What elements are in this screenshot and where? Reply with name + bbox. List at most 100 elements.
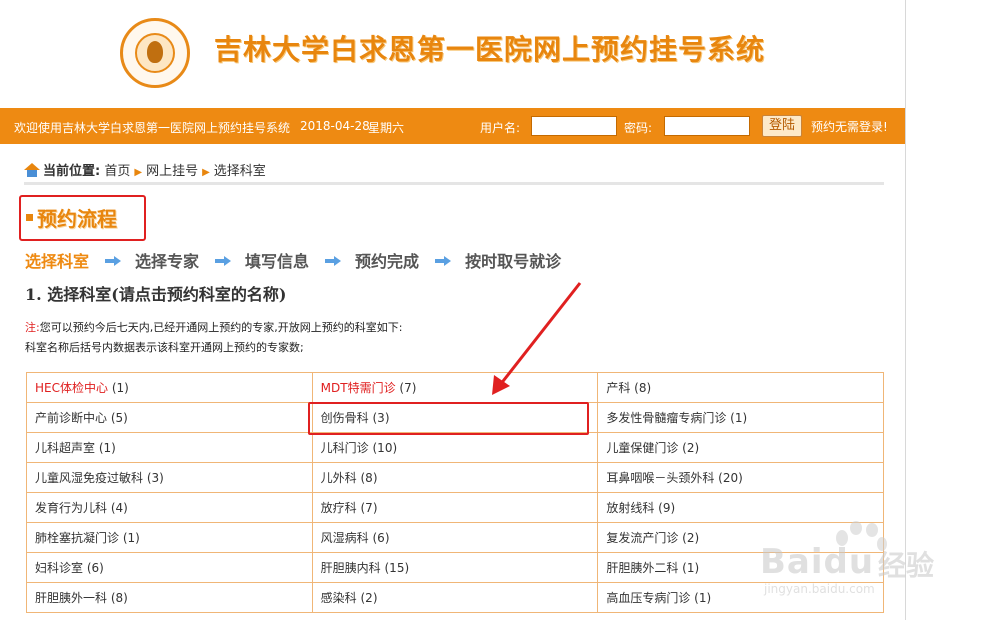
watermark-brand: Baidu bbox=[760, 542, 875, 582]
department-cell[interactable]: 妇科诊室 (6) bbox=[26, 552, 313, 583]
department-cell[interactable]: 耳鼻咽喉－头颈外科 (20) bbox=[597, 462, 884, 493]
expert-count: (1) bbox=[730, 411, 748, 425]
department-name[interactable]: 复发流产门诊 bbox=[606, 531, 678, 545]
step-fill-info: 填写信息 bbox=[245, 252, 310, 271]
department-name[interactable]: 儿科门诊 bbox=[321, 441, 369, 455]
department-name[interactable]: MDT特需门诊 bbox=[321, 381, 396, 395]
table-row: 肝胆胰外一科 (8) 感染科 (2) 高血压专病门诊 (1) bbox=[26, 582, 884, 613]
home-icon bbox=[24, 163, 40, 177]
department-name[interactable]: 产科 bbox=[606, 381, 630, 395]
expert-count: (2) bbox=[682, 531, 700, 545]
expert-count: (1) bbox=[122, 531, 140, 545]
divider bbox=[24, 182, 884, 185]
department-cell[interactable]: 肝胆胰外一科 (8) bbox=[26, 582, 313, 613]
department-name[interactable]: 肝胆胰内科 bbox=[321, 561, 381, 575]
expert-count: (3) bbox=[146, 471, 164, 485]
username-input[interactable] bbox=[531, 116, 617, 136]
table-row: 儿童风湿免疫过敏科 (3) 儿外科 (8) 耳鼻咽喉－头颈外科 (20) bbox=[26, 462, 884, 493]
notice-label: 注: bbox=[25, 321, 40, 334]
current-weekday: 星期六 bbox=[368, 121, 405, 135]
notice-line-1: 您可以预约今后七天内,已经开通网上预约的专家,开放网上预约的科室如下: bbox=[39, 321, 403, 334]
table-row: 妇科诊室 (6) 肝胆胰内科 (15) 肝胆胰外二科 (1) bbox=[26, 552, 884, 583]
department-name[interactable]: 儿外科 bbox=[321, 471, 357, 485]
password-label: 密码: bbox=[624, 121, 653, 135]
step-complete: 预约完成 bbox=[355, 252, 420, 271]
department-name[interactable]: HEC体检中心 bbox=[35, 381, 108, 395]
step-pickup: 按时取号就诊 bbox=[465, 252, 562, 271]
department-cell[interactable]: 儿科门诊 (10) bbox=[311, 432, 599, 463]
department-name[interactable]: 儿童风湿免疫过敏科 bbox=[35, 471, 143, 485]
table-row: HEC体检中心 (1) MDT特需门诊 (7) 产科 (8) bbox=[26, 372, 884, 403]
department-name[interactable]: 产前诊断中心 bbox=[35, 411, 107, 425]
step-select-expert: 选择专家 bbox=[135, 252, 200, 271]
login-button[interactable]: 登陆 bbox=[762, 115, 802, 137]
expert-count: (20) bbox=[718, 471, 743, 485]
department-name[interactable]: 放射线科 bbox=[606, 501, 654, 515]
department-name[interactable]: 肝胆胰外二科 bbox=[606, 561, 678, 575]
expert-count: (6) bbox=[372, 531, 390, 545]
expert-count: (1) bbox=[682, 561, 700, 575]
department-highlight bbox=[308, 402, 589, 435]
baidu-watermark: Baidu 经验 jingyan.baidu.com bbox=[760, 520, 950, 600]
department-cell[interactable]: 发育行为儿科 (4) bbox=[26, 492, 313, 523]
notice-line-2: 科室名称后括号内数据表示该科室开通网上预约的专家数; bbox=[25, 341, 304, 354]
table-row: 发育行为儿科 (4) 放疗科 (7) 放射线科 (9) bbox=[26, 492, 884, 523]
expert-count: (2) bbox=[682, 441, 700, 455]
watermark-url: jingyan.baidu.com bbox=[764, 582, 875, 596]
department-name[interactable]: 耳鼻咽喉－头颈外科 bbox=[606, 471, 714, 485]
expert-count: (10) bbox=[372, 441, 398, 455]
department-cell[interactable]: 多发性骨髓瘤专病门诊 (1) bbox=[597, 402, 884, 433]
flow-title-highlight bbox=[19, 195, 146, 241]
department-cell[interactable]: MDT特需门诊 (7) bbox=[311, 372, 599, 403]
arrow-right-icon bbox=[215, 256, 232, 266]
department-cell[interactable]: 儿童风湿免疫过敏科 (3) bbox=[26, 462, 313, 493]
department-cell[interactable]: 儿外科 (8) bbox=[311, 462, 599, 493]
username-label: 用户名: bbox=[480, 121, 521, 135]
department-name[interactable]: 放疗科 bbox=[321, 501, 357, 515]
department-cell[interactable]: 放射线科 (9) bbox=[597, 492, 884, 523]
department-cell[interactable]: 感染科 (2) bbox=[311, 582, 599, 613]
expert-count: (1) bbox=[98, 441, 116, 455]
department-name[interactable]: 妇科诊室 bbox=[35, 561, 83, 575]
department-cell[interactable]: 儿童保健门诊 (2) bbox=[597, 432, 884, 463]
section-heading: 1. 选择科室(请点击预约科室的名称) bbox=[25, 285, 287, 304]
department-name[interactable]: 风湿病科 bbox=[321, 531, 369, 545]
chevron-right-icon: ▶ bbox=[202, 167, 210, 178]
table-row: 儿科超声室 (1) 儿科门诊 (10) 儿童保健门诊 (2) bbox=[26, 432, 884, 463]
welcome-text: 欢迎使用吉林大学白求恩第一医院网上预约挂号系统 bbox=[14, 121, 291, 135]
department-cell[interactable]: HEC体检中心 (1) bbox=[26, 372, 313, 403]
breadcrumb-label: 当前位置: bbox=[43, 164, 101, 179]
breadcrumb-current: 选择科室 bbox=[213, 164, 266, 179]
expert-count: (5) bbox=[110, 411, 128, 425]
expert-count: (7) bbox=[399, 381, 417, 395]
expert-count: (8) bbox=[110, 591, 128, 605]
department-name[interactable]: 肝胆胰外一科 bbox=[35, 591, 107, 605]
department-cell[interactable]: 肺栓塞抗凝门诊 (1) bbox=[26, 522, 313, 553]
department-name[interactable]: 发育行为儿科 bbox=[35, 501, 107, 515]
department-cell[interactable]: 肝胆胰内科 (15) bbox=[311, 552, 599, 583]
expert-count: (2) bbox=[360, 591, 378, 605]
password-input[interactable] bbox=[664, 116, 750, 136]
expert-count: (4) bbox=[110, 501, 128, 515]
breadcrumb-register-link[interactable]: 网上挂号 bbox=[146, 164, 198, 179]
department-name[interactable]: 儿童保健门诊 bbox=[606, 441, 678, 455]
department-name[interactable]: 儿科超声室 bbox=[35, 441, 95, 455]
hospital-logo bbox=[120, 18, 190, 88]
table-row: 肺栓塞抗凝门诊 (1) 风湿病科 (6) 复发流产门诊 (2) bbox=[26, 522, 884, 553]
department-cell[interactable]: 风湿病科 (6) bbox=[311, 522, 599, 553]
department-cell[interactable]: 放疗科 (7) bbox=[311, 492, 599, 523]
department-name[interactable]: 肺栓塞抗凝门诊 bbox=[35, 531, 119, 545]
breadcrumb-home-link[interactable]: 首页 bbox=[104, 164, 130, 179]
expert-count: (15) bbox=[384, 561, 410, 575]
department-cell[interactable]: 产科 (8) bbox=[597, 372, 884, 403]
department-cell[interactable]: 儿科超声室 (1) bbox=[26, 432, 313, 463]
current-date: 2018-04-28 bbox=[300, 119, 370, 133]
department-name[interactable]: 高血压专病门诊 bbox=[606, 591, 690, 605]
department-name[interactable]: 多发性骨髓瘤专病门诊 bbox=[606, 411, 726, 425]
department-cell[interactable]: 产前诊断中心 (5) bbox=[26, 402, 313, 433]
expert-count: (6) bbox=[86, 561, 104, 575]
expert-count: (9) bbox=[658, 501, 676, 515]
department-name[interactable]: 感染科 bbox=[321, 591, 357, 605]
flow-steps: 选择科室 选择专家 填写信息 预约完成 按时取号就诊 bbox=[25, 248, 562, 271]
expert-count: (7) bbox=[360, 501, 378, 515]
